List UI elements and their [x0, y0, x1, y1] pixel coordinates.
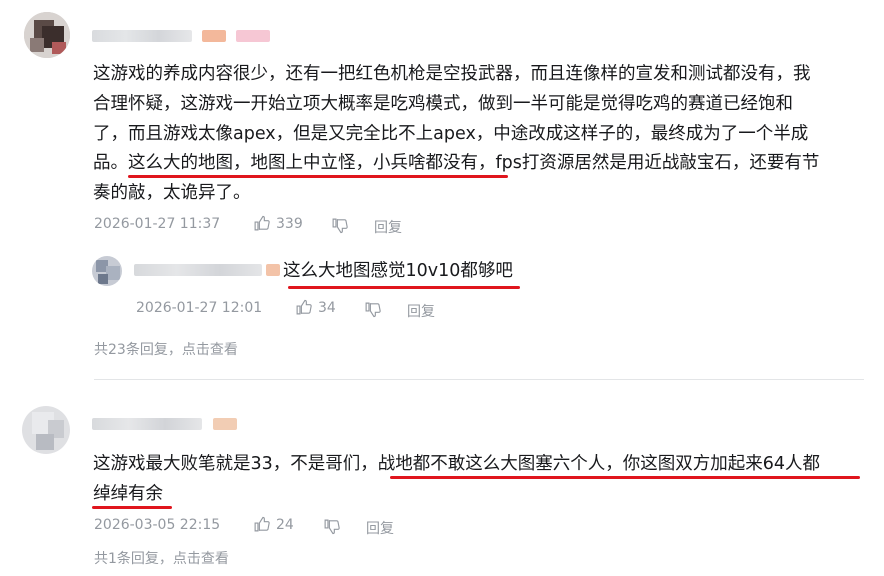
comment-line: 了，而且游戏太像apex，但是又完全比不上apex，中途改成这样子的，最终成为了…	[93, 124, 809, 144]
comment-line: 奏的敲，太诡异了。	[93, 183, 251, 203]
avatar[interactable]	[22, 406, 70, 454]
user-badge	[236, 30, 270, 42]
like-button[interactable]: 339	[253, 215, 303, 232]
comment-line: 合理怀疑，这游戏一开始立项大概率是吃鸡模式，做到一半可能是觉得吃鸡的赛道已经饱和	[93, 94, 793, 114]
highlight-underline	[390, 476, 860, 479]
user-badge	[213, 418, 237, 430]
highlight-underline	[92, 506, 172, 509]
avatar[interactable]	[24, 12, 70, 58]
reply-button[interactable]: 回复	[366, 518, 394, 538]
comment-time: 2026-01-27 11:37	[94, 216, 221, 232]
sub-reply-avatar[interactable]	[92, 256, 122, 286]
highlight-underline	[128, 175, 508, 178]
like-count: 24	[276, 516, 294, 533]
comment-line: 这游戏最大败笔就是33，不是哥们，战地都不敢这么大图塞六个人，你这图双方加起来6…	[93, 454, 821, 474]
dislike-button[interactable]	[323, 518, 340, 535]
reply-button[interactable]: 回复	[374, 217, 402, 237]
username[interactable]	[92, 30, 192, 42]
comment-line: 这游戏的养成内容很少，还有一把红色机枪是空投武器，而且连像样的宣发和测试都没有，…	[93, 64, 811, 84]
thumb-up-icon	[254, 215, 270, 231]
like-count: 34	[318, 299, 336, 316]
thumb-down-icon	[365, 302, 381, 318]
sub-reply-username[interactable]	[134, 264, 262, 276]
comment-time: 2026-03-05 22:15	[94, 517, 221, 533]
see-more-replies-link[interactable]: 共1条回复，点击查看	[94, 548, 229, 568]
thumb-up-icon	[254, 516, 270, 532]
user-badge	[266, 264, 280, 276]
like-count: 339	[276, 215, 303, 232]
sub-reply-time: 2026-01-27 12:01	[136, 300, 263, 316]
sub-reply-like-button[interactable]: 34	[295, 299, 336, 316]
comment-line: 绰绰有余	[93, 484, 163, 504]
thumb-up-icon	[296, 299, 312, 315]
username[interactable]	[92, 418, 202, 430]
thumb-down-icon	[332, 218, 348, 234]
thumb-down-icon	[324, 519, 340, 535]
sub-reply-text: 这么大地图感觉10v10都够吧	[283, 261, 513, 281]
dislike-button[interactable]	[331, 217, 348, 234]
see-more-replies-link[interactable]: 共23条回复，点击查看	[94, 339, 238, 359]
highlight-underline	[288, 286, 520, 289]
user-badge	[202, 30, 226, 42]
comment-line: 品。这么大的地图，地图上中立怪，小兵啥都没有，fps打资源居然是用近战敲宝石，还…	[93, 153, 820, 173]
comment-divider	[94, 379, 864, 380]
sub-reply-reply-button[interactable]: 回复	[407, 301, 435, 321]
sub-reply-dislike-button[interactable]	[364, 301, 381, 318]
like-button[interactable]: 24	[253, 516, 294, 533]
